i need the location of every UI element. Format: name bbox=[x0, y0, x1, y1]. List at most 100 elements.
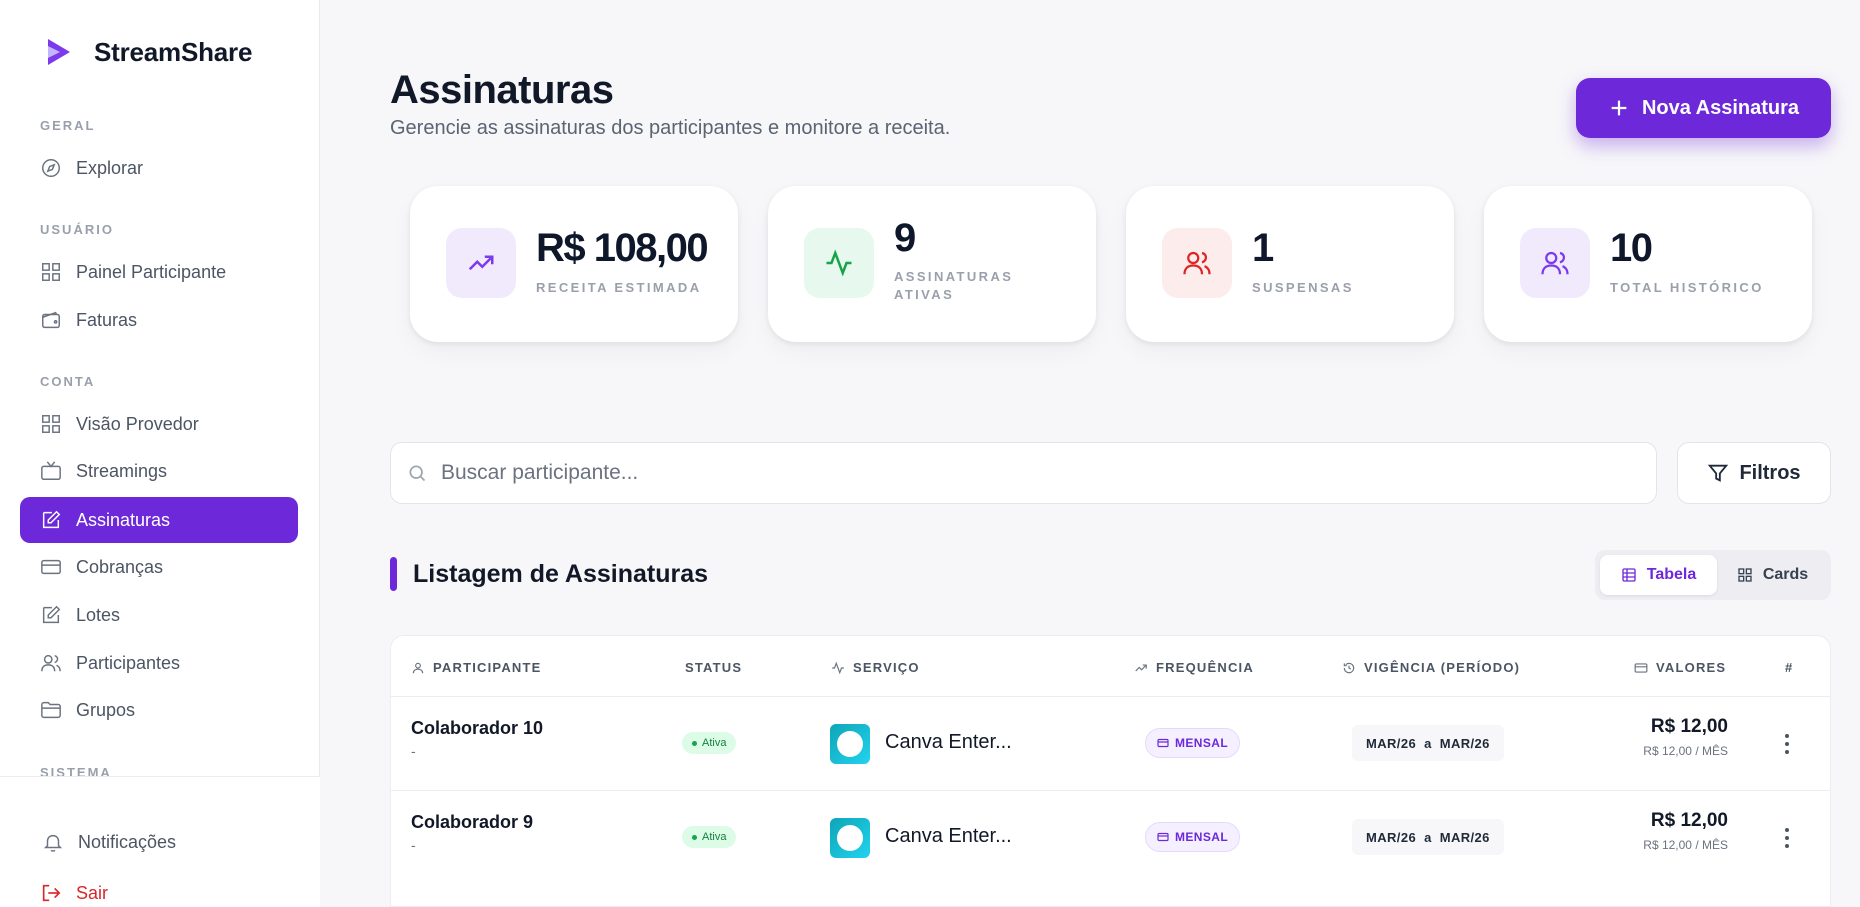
sidebar-item-label: Explorar bbox=[76, 157, 144, 178]
users-icon bbox=[1183, 251, 1211, 275]
stat-value: R$ 108,00 bbox=[536, 226, 709, 270]
edit-icon bbox=[42, 605, 61, 624]
status-dot bbox=[692, 834, 697, 840]
wallet-icon bbox=[42, 311, 60, 329]
row-menu-icon[interactable] bbox=[1777, 732, 1797, 756]
stat-icon-box bbox=[1520, 228, 1590, 298]
brand[interactable]: StreamShare bbox=[40, 34, 252, 70]
play-logo-icon bbox=[48, 39, 70, 65]
new-subscription-label: Nova Assinatura bbox=[1641, 96, 1800, 119]
table-row[interactable]: Colaborador 9 - Ativa Canva Enter... MEN… bbox=[391, 790, 1830, 884]
frequency-badge: MENSAL bbox=[1145, 822, 1241, 852]
period-end: MAR/26 bbox=[1439, 829, 1490, 845]
stat-card-total: 10 TOTAL HISTÓRICO bbox=[1484, 186, 1812, 342]
activity-icon bbox=[832, 661, 844, 674]
amount-value: R$ 12,00 bbox=[1650, 716, 1728, 737]
section-label-geral: GERAL bbox=[40, 118, 96, 133]
stat-label-line: ASSINATURAS bbox=[894, 269, 1014, 284]
amount-subtext: R$ 12,00 / MÊS bbox=[1643, 838, 1728, 852]
page-subtitle: Gerencie as assinaturas dos participante… bbox=[390, 117, 951, 139]
search-icon bbox=[409, 465, 426, 482]
sidebar-item-lotes[interactable]: Lotes bbox=[20, 592, 298, 638]
subscriptions-table: PARTICIPANTE STATUS SERVIÇO FREQUÊNCIA V… bbox=[390, 635, 1831, 907]
stat-icon-box bbox=[1162, 228, 1232, 298]
period-end: MAR/26 bbox=[1439, 735, 1490, 751]
status-badge: Ativa bbox=[682, 732, 737, 754]
column-header-actions: # bbox=[1785, 660, 1793, 675]
stat-card-revenue: R$ 108,00 RECEITA ESTIMADA bbox=[410, 186, 738, 342]
credit-card-icon bbox=[41, 559, 61, 575]
table-row[interactable]: Colaborador 10 - Ativa Canva Enter... ME… bbox=[391, 696, 1830, 790]
column-header-service[interactable]: SERVIÇO bbox=[831, 660, 920, 675]
plus-icon bbox=[1611, 100, 1627, 116]
sidebar-item-painel-participante[interactable]: Painel Participante bbox=[20, 249, 298, 295]
search-box bbox=[390, 442, 1657, 504]
stat-card-active: 9 ASSINATURAS ATIVAS bbox=[768, 186, 1096, 342]
sidebar-item-label: Lotes bbox=[76, 604, 121, 625]
sidebar-item-label: Notificações bbox=[78, 831, 177, 852]
stat-label-line: ATIVAS bbox=[894, 287, 955, 302]
grid-icon bbox=[42, 415, 60, 433]
row-menu-icon[interactable] bbox=[1777, 826, 1797, 850]
filters-button[interactable]: Filtros bbox=[1677, 442, 1831, 504]
period-start: MAR/26 bbox=[1366, 829, 1417, 845]
stat-icon-box bbox=[804, 228, 874, 298]
sidebar-item-cobrancas[interactable]: Cobranças bbox=[20, 544, 298, 590]
tv-icon bbox=[41, 461, 61, 480]
stat-label: ASSINATURAS ATIVAS bbox=[894, 268, 1013, 304]
new-subscription-button[interactable]: Nova Assinatura bbox=[1576, 78, 1831, 138]
view-cards-button[interactable]: Cards bbox=[1719, 555, 1826, 595]
credit-card-icon bbox=[1157, 832, 1169, 842]
section-label-usuario: USUÁRIO bbox=[40, 222, 114, 237]
credit-card-icon bbox=[1157, 738, 1169, 748]
sidebar-item-label: Cobranças bbox=[76, 556, 164, 577]
sidebar-item-label: Visão Provedor bbox=[76, 413, 199, 434]
stat-icon-box bbox=[446, 228, 516, 298]
sidebar-item-label: Grupos bbox=[76, 699, 136, 720]
column-header-label: PARTICIPANTE bbox=[433, 660, 542, 675]
list-title-accent bbox=[390, 557, 397, 591]
filters-label: Filtros bbox=[1739, 461, 1801, 484]
users-icon bbox=[41, 654, 61, 672]
period-separator: a bbox=[1424, 829, 1432, 845]
column-header-period[interactable]: VIGÊNCIA (PERÍODO) bbox=[1342, 660, 1520, 675]
search-input[interactable] bbox=[441, 461, 1541, 485]
sidebar-footer: Notificações Sair bbox=[0, 776, 320, 907]
trending-up-icon bbox=[1135, 664, 1147, 671]
period-start: MAR/26 bbox=[1366, 735, 1417, 751]
column-header-status[interactable]: STATUS bbox=[685, 660, 742, 675]
column-header-label: # bbox=[1785, 660, 1794, 675]
period-separator: a bbox=[1424, 735, 1432, 751]
sidebar: StreamShare GERAL Explorar USUÁRIO Paine… bbox=[0, 0, 320, 907]
activity-icon bbox=[826, 249, 852, 277]
sidebar-item-notificacoes[interactable]: Notificações bbox=[20, 819, 298, 865]
column-header-label: FREQUÊNCIA bbox=[1156, 660, 1254, 675]
sidebar-item-visao-provedor[interactable]: Visão Provedor bbox=[20, 401, 298, 447]
sidebar-item-grupos[interactable]: Grupos bbox=[20, 687, 298, 733]
service-name: Canva Enter... bbox=[885, 731, 1012, 753]
participant-subtext: - bbox=[411, 837, 416, 853]
sidebar-item-faturas[interactable]: Faturas bbox=[20, 297, 298, 343]
users-icon bbox=[1541, 251, 1569, 275]
status-dot bbox=[692, 740, 697, 746]
sidebar-item-streamings[interactable]: Streamings bbox=[20, 448, 298, 494]
view-toggle: Tabela Cards bbox=[1595, 550, 1831, 600]
view-table-label: Tabela bbox=[1646, 566, 1697, 583]
view-table-button[interactable]: Tabela bbox=[1600, 555, 1717, 595]
stat-value: 9 bbox=[894, 216, 916, 260]
period-range: MAR/26 a MAR/26 bbox=[1352, 819, 1504, 855]
list-title: Listagem de Assinaturas bbox=[413, 560, 709, 588]
column-header-frequency[interactable]: FREQUÊNCIA bbox=[1134, 660, 1254, 675]
column-header-label: VALORES bbox=[1656, 660, 1727, 675]
sidebar-item-participantes[interactable]: Participantes bbox=[20, 640, 298, 686]
frequency-badge: MENSAL bbox=[1145, 728, 1241, 758]
column-header-participant[interactable]: PARTICIPANTE bbox=[411, 660, 542, 675]
trending-up-icon bbox=[468, 255, 494, 271]
sidebar-item-explorar[interactable]: Explorar bbox=[20, 145, 298, 191]
sidebar-item-label: Participantes bbox=[76, 652, 181, 673]
stat-value: 10 bbox=[1610, 226, 1653, 270]
sidebar-item-assinaturas[interactable]: Assinaturas bbox=[20, 497, 298, 543]
column-header-values[interactable]: VALORES bbox=[1634, 660, 1726, 675]
stat-label: SUSPENSAS bbox=[1252, 280, 1354, 295]
logout-button[interactable]: Sair bbox=[20, 870, 298, 907]
